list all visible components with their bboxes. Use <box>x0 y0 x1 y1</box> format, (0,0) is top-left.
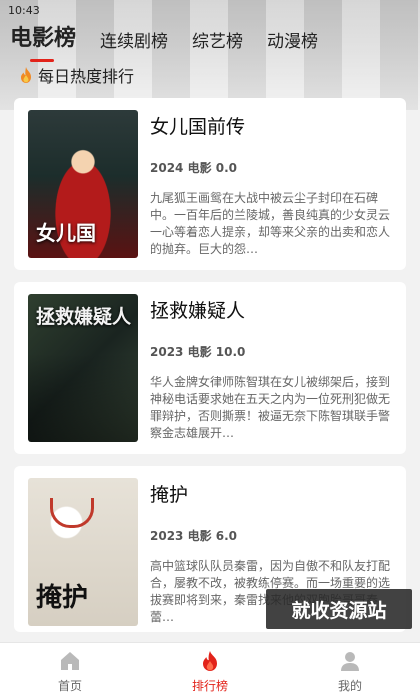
category-tabs: 电影榜 连续剧榜 综艺榜 动漫榜 <box>10 20 342 62</box>
list-item[interactable]: 女儿国 女儿国前传 2024 电影 0.0 九尾狐王画鸳在大战中被云尘子封印在石… <box>14 98 406 270</box>
movie-title: 拯救嫌疑人 <box>150 300 246 322</box>
movie-description: 九尾狐王画鸳在大战中被云尘子封印在石碑中。一百年后的兰陵城，善良纯真的少女灵云一… <box>150 191 391 256</box>
ranking-list: 女儿国 女儿国前传 2024 电影 0.0 九尾狐王画鸳在大战中被云尘子封印在石… <box>14 98 406 644</box>
nav-label: 我的 <box>337 679 362 693</box>
status-time: 10:43 <box>8 3 40 17</box>
user-icon <box>341 652 359 671</box>
movie-meta: 2023 电影 10.0 <box>150 345 246 359</box>
nav-home[interactable]: 首页 <box>30 649 110 694</box>
movie-meta: 2024 电影 0.0 <box>150 161 238 175</box>
nav-label: 首页 <box>57 679 82 693</box>
status-bar: 10:43 <box>0 0 420 20</box>
tab-label: 动漫榜 <box>267 32 319 52</box>
list-item[interactable]: 拯救嫌疑人 拯救嫌疑人 2023 电影 10.0 华人金牌女律师陈智琪在女儿被绑… <box>14 282 406 454</box>
watermark-label: 就收资源站 <box>266 589 412 629</box>
nav-profile[interactable]: 我的 <box>310 649 390 694</box>
nav-label: 排行榜 <box>191 679 228 693</box>
tab-movies[interactable]: 电影榜 <box>10 20 77 62</box>
tab-series[interactable]: 连续剧榜 <box>100 27 168 58</box>
flame-icon <box>21 67 31 83</box>
poster-title: 拯救嫌疑人 <box>36 306 132 328</box>
flame-icon <box>203 651 217 671</box>
poster-title: 掩护 <box>36 583 89 613</box>
movie-poster[interactable]: 拯救嫌疑人 <box>28 294 138 442</box>
movie-poster[interactable]: 女儿国 <box>28 110 138 258</box>
nav-ranking[interactable]: 排行榜 <box>170 649 250 694</box>
tab-label: 综艺榜 <box>192 32 244 52</box>
tab-anime[interactable]: 动漫榜 <box>267 27 318 58</box>
movie-description: 华人金牌女律师陈智琪在女儿被绑架后，接到神秘电话要求她在五天之内为一位死刑犯做无… <box>150 375 391 440</box>
movie-title: 掩护 <box>150 484 189 506</box>
section-header: 每日热度排行 <box>18 64 134 86</box>
bottom-navigation: 首页 排行榜 我的 <box>0 642 420 700</box>
movie-poster[interactable]: 掩护 <box>28 478 138 626</box>
tab-variety[interactable]: 综艺榜 <box>192 27 243 58</box>
home-icon <box>61 652 79 670</box>
movie-meta: 2023 电影 6.0 <box>150 529 238 543</box>
poster-title: 女儿国 <box>36 221 96 245</box>
basketball-hoop-graphic <box>50 498 94 528</box>
tab-label: 电影榜 <box>10 26 77 51</box>
active-tab-indicator <box>30 59 54 62</box>
section-title: 每日热度排行 <box>38 67 135 86</box>
movie-title: 女儿国前传 <box>150 116 246 138</box>
tab-label: 连续剧榜 <box>100 32 169 52</box>
